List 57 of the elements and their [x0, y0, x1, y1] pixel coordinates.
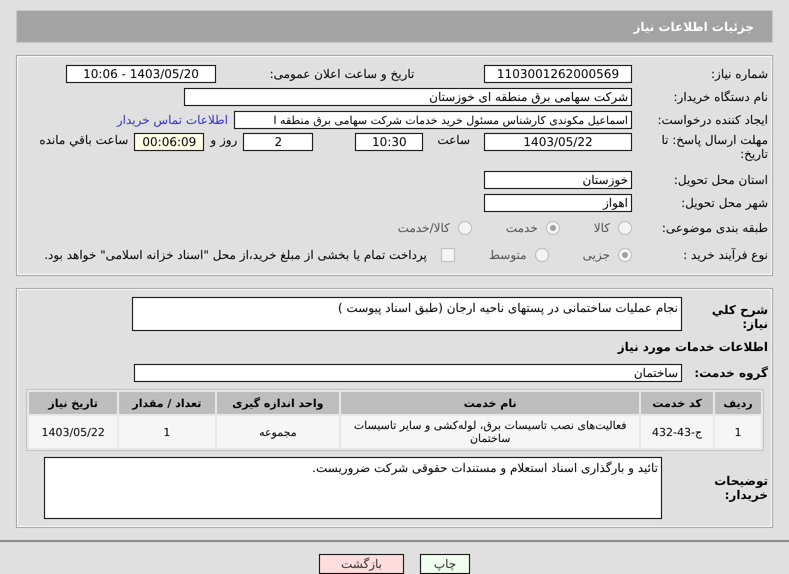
radio-button[interactable] [618, 248, 632, 262]
column-header: ردیف [714, 392, 761, 414]
field-label: گروه خدمت: [693, 366, 768, 380]
option-label: متوسط [488, 248, 527, 262]
back-button[interactable]: بازگشت [319, 554, 404, 574]
field-label: شرح کلي نياز: [710, 302, 768, 331]
table-cell: 1 [119, 416, 214, 448]
checkbox[interactable] [440, 248, 455, 262]
field-label: تاریخ و ساعت اعلان عمومی: [268, 67, 416, 81]
field-label: ایجاد کننده درخواست: [656, 113, 768, 127]
field-label: طبقه بندی موضوعی: [660, 221, 768, 235]
table-cell: ج-43-432 [641, 416, 713, 448]
option-label: کالا [594, 221, 610, 235]
field-label: نام دستگاه خریدار: [672, 90, 768, 104]
payment-note: پرداخت تمام یا بخشی از مبلغ خرید،از محل "اسناد خزانه اسلامی" خواهد بود. [44, 248, 427, 262]
need-number-field: 1103001262000569 [484, 65, 632, 83]
section-title: اطلاعات خدمات مورد نیاز [618, 340, 768, 354]
field-label: شهر محل تحویل: [680, 196, 768, 210]
radio-button[interactable] [546, 221, 560, 235]
table-cell: مجموعه [216, 416, 340, 448]
column-header: تاریخ نیاز [29, 392, 118, 414]
buyer-notes-field: تائید و بارگذاری اسناد استعلام و مستندات حقوقی شرکت ضروریست. [44, 457, 662, 519]
deadline-date-field: 1403/05/22 [484, 133, 632, 151]
time-label: ساعت [436, 133, 471, 147]
table-cell: 1403/05/22 [29, 416, 118, 448]
description-field: نجام عملیات ساختمانی در پستهای ناحیه ارجان (طبق اسناد پیوست ) [132, 297, 682, 331]
creator-field: اسماعیل مکوندی کارشناس مسئول خرید خدمات شرکت سهامی برق منطقه ا [234, 111, 632, 129]
field-label: نوع فرآیند خرید : [682, 248, 768, 262]
column-header: تعداد / مقدار [119, 392, 214, 414]
page-title: جزئیات اطلاعات نیاز [633, 20, 754, 34]
buyer-name-field: شرکت سهامی برق منطقه ای خوزستان [184, 88, 632, 106]
field-label: شماره نیاز: [710, 67, 768, 81]
option-label: جزیی [582, 248, 610, 262]
province-field: خوزستان [484, 171, 632, 189]
remaining-time-field: 00:06:09 [134, 133, 204, 151]
radio-button[interactable] [618, 221, 632, 235]
field-label: استان محل تحویل: [672, 173, 768, 187]
days-field: 2 [243, 133, 314, 151]
column-header: نام خدمت [341, 392, 640, 414]
announce-date-field: 1403/05/20 - 10:06 [66, 65, 216, 83]
field-label: توضیحات خریدار: [713, 474, 768, 502]
deadline-time-field: 10:30 [355, 133, 424, 151]
remaining-label: ساعت باقي مانده [39, 133, 128, 147]
city-field: اهواز [484, 194, 632, 212]
option-label: خدمت [506, 221, 538, 235]
column-header: واحد اندازه گیری [216, 392, 340, 414]
table-cell: 1 [714, 416, 761, 448]
table-cell: فعالیت‌های نصب تاسیسات برق، لوله‌کشی و سایر تاسیسات ساختمان [341, 416, 640, 448]
field-label: مهلت ارسال پاسخ: تا تاریخ: [660, 133, 768, 161]
radio-button[interactable] [458, 221, 472, 235]
option-label: کالا/خدمت [398, 221, 450, 235]
print-button[interactable]: چاپ [420, 554, 470, 574]
column-header: کد خدمت [641, 392, 713, 414]
service-group-field: ساختمان [134, 364, 682, 382]
radio-button[interactable] [534, 248, 549, 262]
days-label: روز و [210, 133, 238, 147]
buyer-contact-link[interactable]: اطلاعات تماس خریدار [116, 113, 228, 127]
